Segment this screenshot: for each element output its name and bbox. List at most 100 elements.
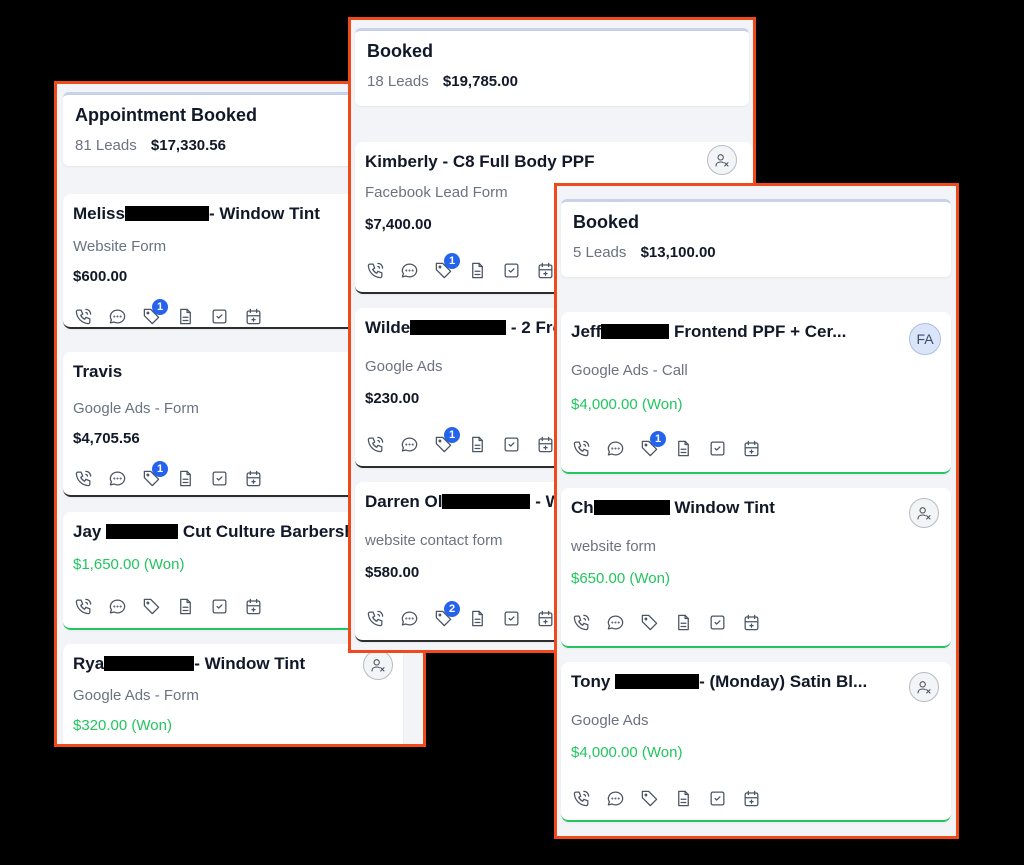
opportunity-card[interactable]: Tony - (Monday) Satin Bl... Google Ads $… <box>561 662 951 822</box>
chat-icon[interactable] <box>397 432 421 456</box>
calendar-add-icon[interactable] <box>739 786 763 810</box>
document-icon[interactable] <box>465 258 489 282</box>
lead-count: 5 Leads <box>573 244 627 261</box>
chat-icon[interactable] <box>603 786 627 810</box>
document-icon[interactable] <box>465 432 489 456</box>
opportunity-value: $1,650.00 (Won) <box>73 556 185 573</box>
card-actions <box>569 610 763 634</box>
card-actions <box>71 594 265 618</box>
calendar-add-icon[interactable] <box>241 466 265 490</box>
stage-title: Booked <box>367 41 434 61</box>
assign-user-button[interactable] <box>707 145 737 175</box>
card-actions: 1 <box>71 299 265 328</box>
document-icon[interactable] <box>173 466 197 490</box>
opportunity-value: $4,705.56 <box>73 430 140 447</box>
tag-icon[interactable]: 1 <box>431 253 460 282</box>
phone-icon[interactable] <box>71 466 95 490</box>
phone-icon[interactable] <box>363 258 387 282</box>
phone-icon[interactable] <box>363 606 387 630</box>
document-icon[interactable] <box>671 786 695 810</box>
tag-icon[interactable] <box>637 610 661 634</box>
checkbox-icon[interactable] <box>705 610 729 634</box>
phone-icon[interactable] <box>569 610 593 634</box>
tag-count-badge: 1 <box>444 253 460 269</box>
phone-icon[interactable] <box>569 786 593 810</box>
card-title[interactable]: Rya - Window Tint <box>73 654 363 674</box>
redaction <box>104 656 195 671</box>
chat-icon[interactable] <box>603 610 627 634</box>
assign-user-button[interactable] <box>909 672 939 702</box>
phone-icon[interactable] <box>363 432 387 456</box>
chat-icon[interactable] <box>105 594 129 618</box>
chat-icon[interactable] <box>397 258 421 282</box>
checkbox-icon[interactable] <box>705 786 729 810</box>
card-title[interactable]: Kimberly - C8 Full Body PPF <box>365 152 695 172</box>
lead-source: Google Ads - Form <box>73 400 199 417</box>
assigned-user-avatar[interactable]: FA <box>909 323 941 355</box>
chat-icon[interactable] <box>105 466 129 490</box>
stage-total: $19,785.00 <box>442 73 518 90</box>
tag-icon[interactable] <box>637 786 661 810</box>
tag-count-badge: 1 <box>444 427 460 443</box>
calendar-add-icon[interactable] <box>241 304 265 328</box>
calendar-add-icon[interactable] <box>739 610 763 634</box>
opportunity-card[interactable]: Rya - Window Tint Google Ads - Form $320.… <box>63 644 403 744</box>
redaction <box>593 500 670 515</box>
tag-count-badge: 1 <box>152 461 168 477</box>
card-title[interactable]: Jeff Frontend PPF + Cer... <box>571 322 881 342</box>
tag-icon[interactable]: 2 <box>431 601 460 630</box>
assign-user-button[interactable] <box>909 498 939 528</box>
phone-icon[interactable] <box>71 594 95 618</box>
checkbox-icon[interactable] <box>705 436 729 460</box>
phone-icon[interactable] <box>71 304 95 328</box>
stage-total: $13,100.00 <box>640 244 716 261</box>
tag-icon[interactable]: 1 <box>139 461 168 490</box>
lead-count: 81 Leads <box>75 137 137 154</box>
opportunity-value: $7,400.00 <box>365 216 432 233</box>
card-title[interactable]: Tony - (Monday) Satin Bl... <box>571 672 891 692</box>
redaction <box>601 324 670 339</box>
lead-source: Google Ads - Call <box>571 362 688 379</box>
tag-count-badge: 2 <box>444 601 460 617</box>
lead-source: website contact form <box>365 532 503 549</box>
checkbox-icon[interactable] <box>207 466 231 490</box>
opportunity-value: $4,000.00 (Won) <box>571 396 683 413</box>
lead-source: Google Ads <box>571 712 649 729</box>
card-title[interactable]: Ch Window Tint <box>571 498 891 518</box>
checkbox-icon[interactable] <box>207 594 231 618</box>
opportunity-card[interactable]: Ch Window Tint website form $650.00 (Won… <box>561 488 951 648</box>
checkbox-icon[interactable] <box>207 304 231 328</box>
opportunity-value: $580.00 <box>365 564 420 581</box>
opportunity-value: $600.00 <box>73 268 128 285</box>
stage-title: Booked <box>573 212 640 232</box>
phone-icon[interactable] <box>569 436 593 460</box>
tag-icon[interactable] <box>139 594 163 618</box>
document-icon[interactable] <box>173 594 197 618</box>
redaction <box>106 524 179 539</box>
redaction <box>410 320 507 335</box>
stage-title: Appointment Booked <box>75 105 257 125</box>
checkbox-icon[interactable] <box>499 606 523 630</box>
checkbox-icon[interactable] <box>499 258 523 282</box>
lead-source: Facebook Lead Form <box>365 184 508 201</box>
document-icon[interactable] <box>671 610 695 634</box>
tag-icon[interactable]: 1 <box>139 299 168 328</box>
chat-icon[interactable] <box>105 304 129 328</box>
document-icon[interactable] <box>465 606 489 630</box>
chat-icon[interactable] <box>603 436 627 460</box>
opportunity-card[interactable]: Jeff Frontend PPF + Cer... FA Google Ads… <box>561 312 951 474</box>
document-icon[interactable] <box>173 304 197 328</box>
calendar-add-icon[interactable] <box>739 436 763 460</box>
redaction <box>124 206 209 221</box>
document-icon[interactable] <box>671 436 695 460</box>
redaction <box>442 494 531 509</box>
chat-icon[interactable] <box>397 606 421 630</box>
lead-count: 18 Leads <box>367 73 429 90</box>
opportunity-value: $230.00 <box>365 390 420 407</box>
checkbox-icon[interactable] <box>499 432 523 456</box>
tag-icon[interactable]: 1 <box>637 431 666 460</box>
calendar-add-icon[interactable] <box>241 594 265 618</box>
tag-icon[interactable]: 1 <box>431 427 460 456</box>
assign-user-button[interactable] <box>363 650 393 680</box>
pipeline-column-booked-5: Booked 5 Leads $13,100.00 Jeff Frontend … <box>554 183 959 839</box>
